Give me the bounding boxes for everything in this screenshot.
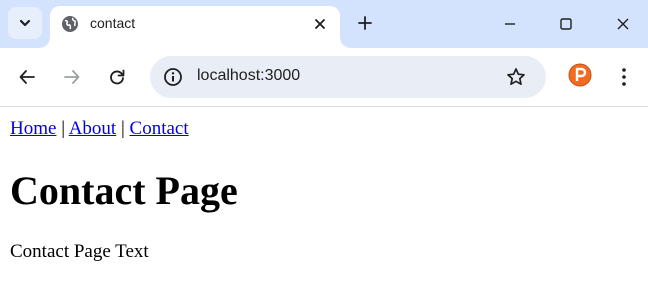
reload-button[interactable] — [105, 65, 129, 89]
tab-strip: contact — [0, 0, 648, 48]
info-icon — [164, 68, 182, 86]
star-icon — [507, 68, 525, 86]
nav-separator: | — [61, 118, 65, 139]
tab-title: contact — [90, 15, 136, 31]
minimize-icon — [505, 23, 515, 25]
nav-link-contact[interactable]: Contact — [130, 118, 189, 139]
page-body-text: Contact Page Text — [10, 241, 149, 262]
back-button[interactable] — [15, 65, 39, 89]
url-text[interactable]: localhost:3000 — [197, 67, 300, 85]
more-vertical-icon — [622, 68, 626, 86]
site-nav: Home | About | Contact — [10, 117, 189, 141]
globe-icon — [62, 16, 78, 32]
nav-link-home[interactable]: Home — [10, 118, 56, 139]
page-title: Contact Page — [10, 168, 238, 213]
arrow-right-icon — [64, 70, 80, 84]
tab-search-button[interactable] — [8, 7, 42, 39]
bookmark-button[interactable] — [505, 66, 527, 88]
browser-toolbar: localhost:3000 — [0, 48, 648, 107]
close-icon — [315, 19, 325, 29]
browser-menu-button[interactable] — [614, 65, 634, 89]
arrow-left-icon — [19, 70, 35, 84]
page-content: Home | About | Contact Contact Page Cont… — [0, 107, 648, 287]
maximize-icon — [560, 18, 572, 30]
new-tab-button[interactable] — [354, 12, 376, 34]
site-info-button[interactable] — [162, 66, 184, 88]
address-bar[interactable]: localhost:3000 — [150, 56, 546, 98]
maximize-button[interactable] — [554, 12, 578, 36]
plus-icon — [358, 16, 372, 30]
forward-button[interactable] — [60, 65, 84, 89]
chevron-down-icon — [19, 19, 31, 27]
extension-icon[interactable] — [568, 63, 592, 87]
tab-close-button[interactable] — [310, 14, 330, 34]
nav-separator: | — [120, 118, 125, 139]
window-close-button[interactable] — [611, 12, 635, 36]
browser-tab[interactable]: contact — [40, 6, 350, 48]
reload-icon — [110, 69, 125, 85]
nav-link-about[interactable]: About — [69, 118, 117, 139]
minimize-button[interactable] — [498, 12, 522, 36]
close-icon — [617, 18, 629, 30]
